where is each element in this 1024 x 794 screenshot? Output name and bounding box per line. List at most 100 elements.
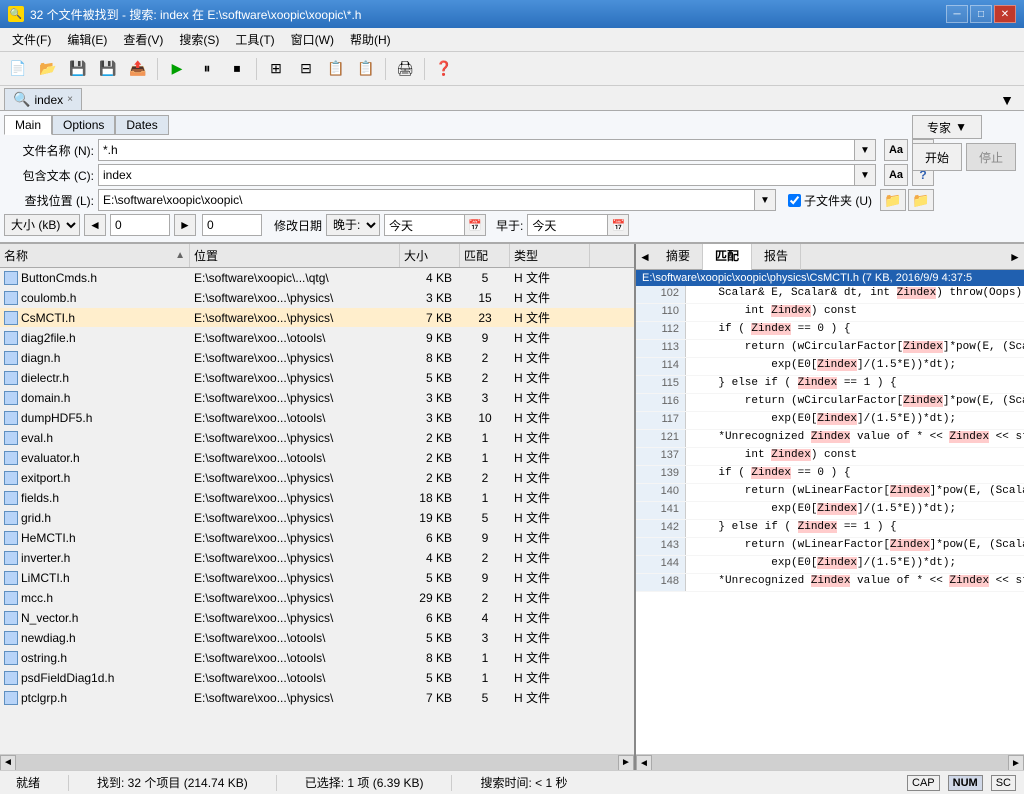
browse-folder-btn[interactable]: 📁 [880, 189, 906, 211]
tb-print-cfg[interactable]: 💾 [94, 55, 122, 83]
table-row[interactable]: evaluator.hE:\software\xoo...\otools\2 K… [0, 448, 634, 468]
prev-hscroll-left[interactable]: ◄ [636, 755, 652, 770]
tab-options[interactable]: Options [52, 115, 115, 135]
menu-item-s[interactable]: 搜索(S) [171, 29, 227, 50]
table-row[interactable]: inverter.hE:\software\xoo...\physics\4 K… [0, 548, 634, 568]
subfolder-checkbox-wrap[interactable]: 子文件夹 (U) [788, 192, 872, 209]
prev-hscroll-right[interactable]: ► [1008, 755, 1024, 770]
table-row[interactable]: grid.hE:\software\xoo...\physics\19 KB5H… [0, 508, 634, 528]
menu-item-h[interactable]: 帮助(H) [342, 29, 399, 50]
add-folder-btn[interactable]: 📁 [908, 189, 934, 211]
menu-item-v[interactable]: 查看(V) [115, 29, 171, 50]
table-row[interactable]: fields.hE:\software\xoo...\physics\18 KB… [0, 488, 634, 508]
table-row[interactable]: diag2file.hE:\software\xoo...\otools\9 K… [0, 328, 634, 348]
preview-tab-report[interactable]: 报告 [752, 244, 801, 270]
date-after-select[interactable]: 晚于: [326, 214, 380, 236]
size-wrap: 大小 (kB) [4, 214, 80, 236]
col-header-name[interactable]: 名称 ▲ [0, 244, 190, 267]
table-row[interactable]: newdiag.hE:\software\xoo...\otools\5 KB3… [0, 628, 634, 648]
containtext-aa-btn[interactable]: Aa [884, 164, 908, 186]
tb-list2[interactable]: 📋 [352, 55, 380, 83]
search-tab-close[interactable]: × [67, 94, 73, 105]
tab-main[interactable]: Main [4, 115, 52, 135]
tb-new[interactable]: 📄 [4, 55, 32, 83]
file-name-text: coulomb.h [21, 291, 76, 305]
table-row[interactable]: domain.hE:\software\xoo...\physics\3 KB3… [0, 388, 634, 408]
tb-stop[interactable]: ⏹ [223, 55, 251, 83]
tb-collapse[interactable]: ⊟ [292, 55, 320, 83]
tb-list1[interactable]: 📋 [322, 55, 350, 83]
preview-body[interactable]: 102 Scalar& E, Scalar& dt, int Zindex) t… [636, 286, 1024, 754]
hscroll-left[interactable]: ◄ [0, 755, 16, 771]
size-lt-btn[interactable]: ◄ [84, 214, 106, 236]
table-row[interactable]: eval.hE:\software\xoo...\physics\2 KB1H … [0, 428, 634, 448]
table-row[interactable]: dielectr.hE:\software\xoo...\physics\5 K… [0, 368, 634, 388]
tb-open[interactable]: 📂 [34, 55, 62, 83]
menu-item-f[interactable]: 文件(F) [4, 29, 59, 50]
menu-item-e[interactable]: 编辑(E) [59, 29, 115, 50]
table-row[interactable]: ptclgrp.hE:\software\xoo...\physics\7 KB… [0, 688, 634, 708]
table-row[interactable]: HeMCTI.hE:\software\xoo...\physics\6 KB9… [0, 528, 634, 548]
date-after-cal[interactable]: 📅 [464, 214, 486, 236]
close-button[interactable]: ✕ [994, 5, 1016, 23]
filename-input[interactable] [98, 139, 854, 161]
minimize-button[interactable]: ─ [946, 5, 968, 23]
menu-item-w[interactable]: 窗口(W) [283, 29, 342, 50]
table-row[interactable]: ostring.hE:\software\xoo...\otools\8 KB1… [0, 648, 634, 668]
prev-tab-right-arrow[interactable]: ► [1006, 244, 1024, 270]
table-row[interactable]: LiMCTI.hE:\software\xoo...\physics\5 KB9… [0, 568, 634, 588]
tab-dates[interactable]: Dates [115, 115, 168, 135]
start-btn[interactable]: 开始 [912, 143, 962, 171]
tb-export[interactable]: 📤 [124, 55, 152, 83]
containtext-dropdown[interactable]: ▼ [854, 164, 876, 186]
expert-btn[interactable]: 专家 ▼ [912, 115, 982, 139]
filename-dropdown[interactable]: ▼ [854, 139, 876, 161]
hscroll-track[interactable] [16, 755, 618, 771]
filename-aa-btn[interactable]: Aa [884, 139, 908, 161]
tb-print[interactable]: 🖨 [391, 55, 419, 83]
col-header-size[interactable]: 大小 [400, 244, 460, 267]
tab-overflow-btn[interactable]: ▼ [994, 90, 1020, 110]
preview-tab-summary[interactable]: 摘要 [654, 244, 703, 270]
col-header-match[interactable]: 匹配 [460, 244, 510, 267]
table-row[interactable]: diagn.hE:\software\xoo...\physics\8 KB2H… [0, 348, 634, 368]
search-tab-index[interactable]: 🔍 index × [4, 88, 82, 110]
containtext-input[interactable] [98, 164, 854, 186]
size-select[interactable]: 大小 (kB) [4, 214, 80, 236]
table-row[interactable]: CsMCTI.hE:\software\xoo...\physics\7 KB2… [0, 308, 634, 328]
prev-hscroll-track[interactable] [652, 755, 1008, 770]
menu-item-t[interactable]: 工具(T) [227, 29, 282, 50]
searchpath-dropdown[interactable]: ▼ [754, 189, 776, 211]
searchpath-input[interactable] [98, 189, 754, 211]
file-list-body[interactable]: ButtonCmds.hE:\software\xoopic\...\qtg\4… [0, 268, 634, 754]
prev-tab-left-arrow[interactable]: ◄ [636, 244, 654, 270]
col-header-location[interactable]: 位置 [190, 244, 400, 267]
date-before-cal[interactable]: 📅 [607, 214, 629, 236]
subfolder-checkbox[interactable] [788, 194, 801, 207]
table-row[interactable]: mcc.hE:\software\xoo...\physics\29 KB2H … [0, 588, 634, 608]
col-header-type[interactable]: 类型 [510, 244, 590, 267]
stop-btn[interactable]: 停止 [966, 143, 1016, 171]
date-before-input[interactable] [527, 214, 607, 236]
maximize-button[interactable]: □ [970, 5, 992, 23]
file-list-hscroll[interactable]: ◄ ► [0, 754, 634, 770]
table-row[interactable]: coulomb.hE:\software\xoo...\physics\3 KB… [0, 288, 634, 308]
file-type-text: H 文件 [510, 589, 590, 606]
size-gt-btn[interactable]: ► [174, 214, 196, 236]
table-row[interactable]: dumpHDF5.hE:\software\xoo...\otools\3 KB… [0, 408, 634, 428]
tb-expand[interactable]: ⊞ [262, 55, 290, 83]
size-min-input[interactable] [110, 214, 170, 236]
hscroll-right[interactable]: ► [618, 755, 634, 771]
tb-play[interactable]: ▶ [163, 55, 191, 83]
date-after-input[interactable] [384, 214, 464, 236]
tb-pause[interactable]: ⏸ [193, 55, 221, 83]
table-row[interactable]: N_vector.hE:\software\xoo...\physics\6 K… [0, 608, 634, 628]
tb-save[interactable]: 💾 [64, 55, 92, 83]
preview-hscroll[interactable]: ◄ ► [636, 754, 1024, 770]
table-row[interactable]: psdFieldDiag1d.hE:\software\xoo...\otool… [0, 668, 634, 688]
tb-help[interactable]: ❓ [430, 55, 458, 83]
table-row[interactable]: ButtonCmds.hE:\software\xoopic\...\qtg\4… [0, 268, 634, 288]
table-row[interactable]: exitport.hE:\software\xoo...\physics\2 K… [0, 468, 634, 488]
size-max-input[interactable] [202, 214, 262, 236]
preview-tab-match[interactable]: 匹配 [703, 244, 752, 270]
